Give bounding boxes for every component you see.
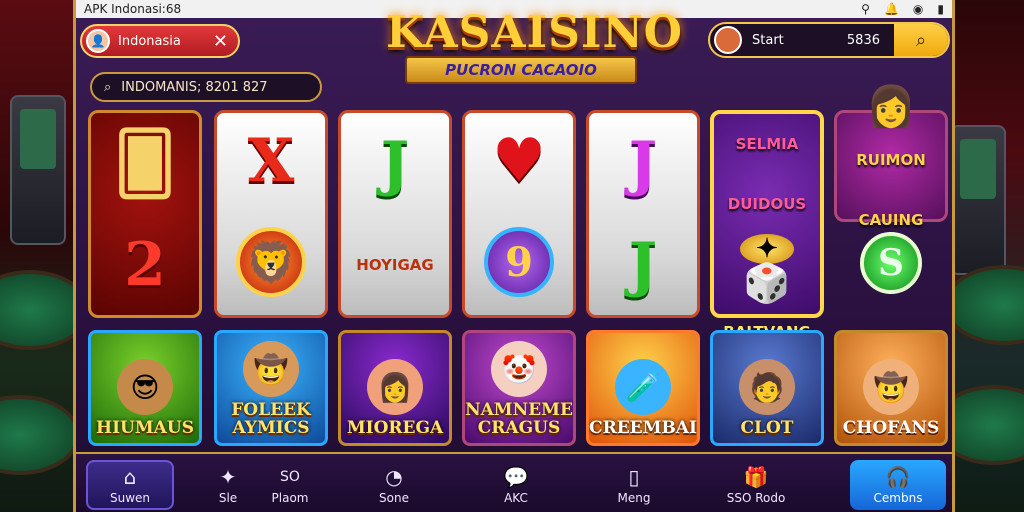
heart-icon: ♥	[492, 126, 546, 196]
reel-symbol: J	[380, 128, 410, 199]
character-icon: 🤡	[491, 341, 547, 397]
character-icon: 😎	[117, 359, 173, 415]
card-deck-symbol: 🂠	[114, 128, 176, 199]
game-tile[interactable]: 🧑 CLOT	[710, 330, 824, 446]
reel-symbol: 9	[484, 227, 554, 297]
nav-item-sone[interactable]: ◔ Sone	[350, 460, 438, 510]
gift-icon: 🎁	[743, 464, 769, 489]
location-icon: ⚲	[861, 2, 870, 16]
game-screen: APK Indonasi:68 ⚲ 🔔 ◉ ▮ 👤 Indonasia ✕ ⌕ …	[73, 0, 955, 512]
search-value: INDOMANIS; 8201 827	[121, 79, 268, 95]
nav-label: AKC	[504, 490, 528, 505]
game-title: HIUMAUS	[96, 418, 194, 438]
game-tile[interactable]: 👩 MIOREGA	[338, 330, 452, 446]
notification-icon: 🔔	[883, 2, 899, 16]
slot-reel: J J	[586, 110, 700, 318]
nav-label: Suwen	[109, 490, 151, 505]
nav-item-support[interactable]: 🎧 Cembns	[850, 460, 946, 510]
character-icon: 🤠	[863, 359, 919, 415]
star-icon: ✦	[219, 464, 237, 489]
close-icon[interactable]: ✕	[213, 31, 228, 52]
door-icon: ▯	[628, 464, 640, 489]
reel-symbol: J	[628, 229, 658, 300]
nav-label: Meng	[617, 490, 651, 505]
reel-symbol: S	[860, 232, 922, 294]
reel-label: HOYIGAG	[356, 255, 434, 274]
status-left-text: APK Indonasi:68	[84, 2, 182, 16]
game-tile[interactable]: 🤡 NAMNEME CRAGUS	[462, 330, 576, 446]
avatar	[714, 26, 742, 54]
search-input[interactable]: ⌕ INDOMANIS; 8201 827	[90, 72, 322, 102]
avatar: 👤	[86, 29, 110, 53]
game-tile[interactable]: 😎 HIUMAUS	[88, 330, 202, 446]
logo-ribbon: PUCRON CACAOIO	[405, 56, 637, 84]
nav-item-home[interactable]: ⌂ Suwen	[86, 460, 174, 510]
nav-label: Sle	[218, 490, 238, 505]
game-logo: KASAISINO PUCRON CACAOIO	[386, 7, 683, 98]
nav-item-sso-rodo[interactable]: 🎁 SSO Rodo	[712, 460, 800, 510]
character-icon: 🤠	[243, 341, 299, 397]
user-name: Start	[752, 32, 784, 48]
game-title: CREEMBAI	[589, 418, 697, 438]
search-icon: ⌕	[104, 79, 112, 95]
reel-symbol: 2	[124, 229, 166, 300]
reel-label: SELMIA DUIDOUS	[727, 135, 807, 213]
game-tile[interactable]: 🤠 CHOFANS	[834, 330, 948, 446]
game-tile[interactable]: 🤠 FOLEEK AYMICS	[214, 330, 328, 446]
slot-reel: X 🦁	[214, 110, 328, 318]
search-icon[interactable]: ⌕	[894, 24, 948, 56]
slot-reel: ♥ 9	[462, 110, 576, 318]
logo-title: KASAISINO	[386, 7, 683, 58]
balance-value: 5836	[846, 32, 880, 48]
nav-label: Cembns	[873, 490, 923, 505]
nav-label: Plaom	[271, 490, 309, 505]
nav-label: SSO Rodo	[726, 490, 786, 505]
clock-icon: ◔	[385, 464, 403, 489]
chat-icon: 💬	[503, 464, 529, 489]
dice-icon: 🎲	[743, 261, 791, 305]
nav-top-text: SO	[280, 468, 300, 485]
gold-coin-icon: ✦	[740, 234, 794, 264]
game-title: CLOT	[740, 418, 794, 438]
nav-item-meng[interactable]: ▯ Meng	[590, 460, 678, 510]
nav-item-akc[interactable]: 💬 AKC	[472, 460, 560, 510]
region-label: Indonasia	[118, 33, 181, 49]
reel-symbol: J	[628, 128, 658, 199]
character-card[interactable]: 👩 RUIMON CAUING	[834, 84, 948, 229]
slot-reel: 🂠 2	[88, 110, 202, 318]
character-portrait-icon: 👩	[866, 83, 916, 130]
lion-coin-icon: 🦁	[236, 227, 306, 297]
battery-icon: ▮	[937, 2, 944, 16]
game-title: MIOREGA	[346, 418, 444, 438]
game-tile[interactable]: 🧪 CREEMBAI	[586, 330, 700, 446]
background-slot-machine	[10, 95, 66, 245]
user-balance-bar[interactable]: Start 5836 ⌕	[708, 22, 950, 58]
bottom-navigation: ⌂ Suwen ✦ Sle SO Plaom ◔ Sone 💬 AKC ▯ Me…	[76, 452, 952, 512]
game-title: FOLEEK AYMICS	[231, 400, 311, 438]
home-icon: ⌂	[123, 464, 137, 489]
game-title: CHOFANS	[842, 418, 940, 438]
support-icon: 🎧	[885, 464, 911, 489]
slot-reel: J HOYIGAG	[338, 110, 452, 318]
nav-item-plaom[interactable]: SO Plaom	[246, 460, 334, 510]
background-slot-machine	[950, 125, 1006, 275]
character-icon: 🧑	[739, 359, 795, 415]
region-selector[interactable]: 👤 Indonasia ✕	[80, 24, 240, 58]
wifi-icon: ◉	[912, 2, 924, 16]
nav-label: Sone	[379, 490, 409, 505]
character-icon: 👩	[367, 359, 423, 415]
game-title: NAMNEME CRAGUS	[465, 400, 573, 438]
reel-symbol: X	[247, 126, 295, 196]
slot-reel-featured: SELMIA DUIDOUS ✦ 🎲 BALTVANG	[710, 110, 824, 341]
potion-icon: 🧪	[615, 359, 671, 415]
